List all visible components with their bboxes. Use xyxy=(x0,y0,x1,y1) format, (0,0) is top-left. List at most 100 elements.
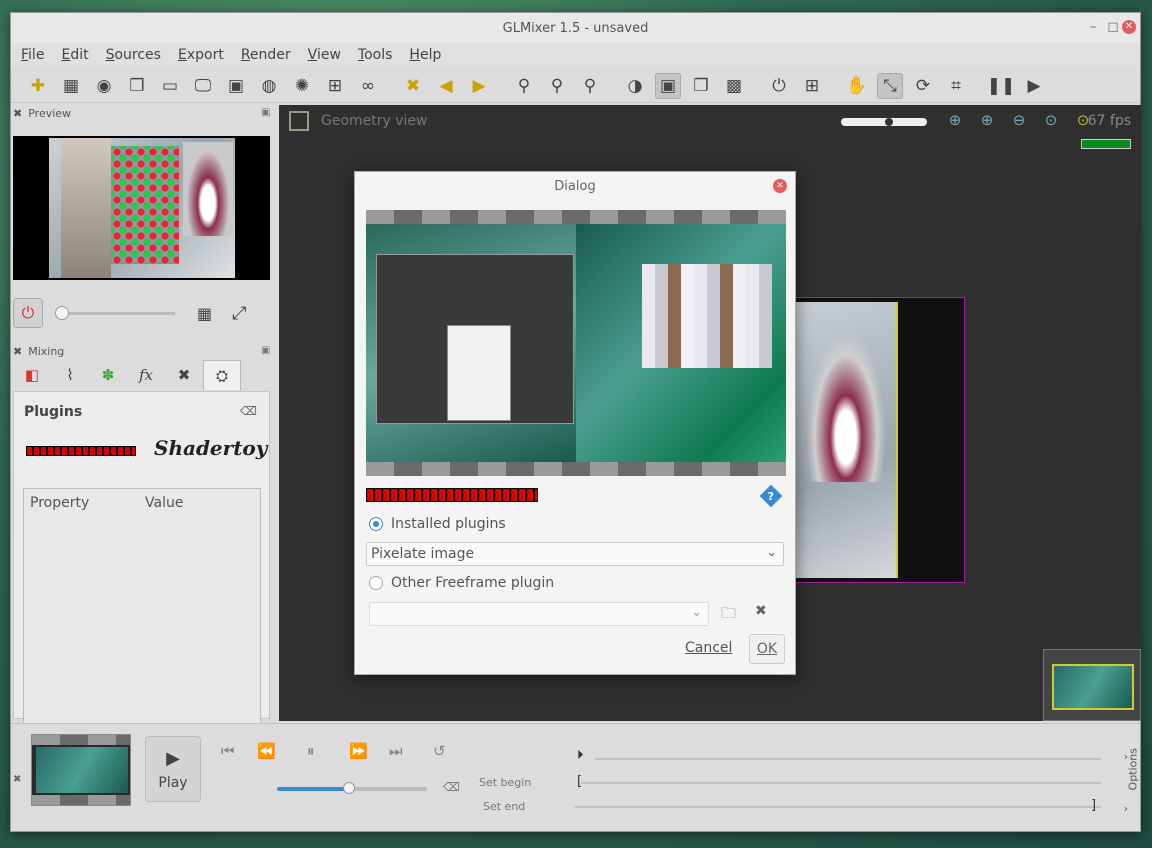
zoom-out-icon[interactable]: ⊖ xyxy=(1003,111,1035,129)
options-label[interactable]: Options xyxy=(1126,748,1139,790)
clear-path-icon[interactable]: ✖ xyxy=(755,603,767,619)
ok-button[interactable]: OK xyxy=(749,634,785,664)
zoom-slider[interactable] xyxy=(841,118,927,126)
seek-begin-icon[interactable]: ⏮ xyxy=(221,742,235,760)
options-arrow-down-icon[interactable]: › xyxy=(1124,802,1128,815)
menu-export[interactable]: Export xyxy=(178,47,224,63)
speed-slider[interactable] xyxy=(277,782,427,794)
panel-close-icon[interactable]: ✖ xyxy=(13,345,22,358)
begin-marker-icon[interactable]: [ xyxy=(577,774,582,789)
end-timeline[interactable] xyxy=(575,806,1101,808)
other-plugin-radio[interactable] xyxy=(369,576,383,590)
open-folder-icon[interactable]: 🗀 xyxy=(721,603,736,628)
set-end-button[interactable]: Set end xyxy=(483,800,525,813)
loop-icon[interactable]: ↺ xyxy=(433,742,446,760)
speed-slider-knob[interactable] xyxy=(343,782,355,794)
freeframe-source-icon[interactable]: ✺ xyxy=(289,73,315,99)
tab-color-icon[interactable]: ✽ xyxy=(89,360,127,390)
other-plugin-option[interactable]: Other Freeframe plugin xyxy=(369,575,554,591)
installed-plugin-select[interactable]: Pixelate image ⌄ xyxy=(366,542,784,566)
play-icon[interactable]: ▶ xyxy=(1021,73,1047,99)
tab-plugins-icon[interactable]: ⛭ xyxy=(203,360,241,390)
float-panel-icon[interactable]: ▣ xyxy=(261,345,270,356)
rotate-tool-icon[interactable]: ⟳ xyxy=(910,73,936,99)
set-begin-button[interactable]: Set begin xyxy=(479,776,531,789)
media-source-icon[interactable]: ▦ xyxy=(58,73,84,99)
installed-plugins-radio[interactable] xyxy=(369,517,383,531)
zoom-fit-icon[interactable]: ⚲ xyxy=(577,73,603,99)
catalog-icon[interactable]: ⊞ xyxy=(799,73,825,99)
help-icon[interactable]: ? xyxy=(759,484,783,508)
snapshot-icon[interactable]: ▣ xyxy=(223,73,249,99)
mixing-view-icon[interactable]: ◑ xyxy=(622,73,648,99)
menu-help[interactable]: Help xyxy=(409,47,441,63)
zoom-best-fit-icon[interactable]: ⊙ xyxy=(1035,111,1067,129)
source-frame[interactable] xyxy=(795,297,965,583)
power-icon[interactable]: ⏻ xyxy=(766,73,792,99)
close-icon[interactable]: ✕ xyxy=(1122,20,1136,34)
zoom-in-icon[interactable]: ⊕ xyxy=(971,111,1003,129)
seek-end-icon[interactable]: ⏭ xyxy=(389,742,403,760)
clone-source-icon[interactable]: ❒ xyxy=(124,73,150,99)
fast-forward-icon[interactable]: ⏩ xyxy=(349,742,368,760)
fullscreen-icon[interactable]: ⤢ xyxy=(232,303,246,324)
menu-view[interactable]: View xyxy=(308,47,341,63)
aspect-ratio-icon[interactable]: ▦ xyxy=(197,304,212,323)
other-plugin-path-select[interactable]: ⌄ xyxy=(369,602,709,626)
menu-tools[interactable]: Tools xyxy=(358,47,393,63)
zoom-slider-knob[interactable] xyxy=(885,118,893,126)
tab-effects-icon[interactable]: fx xyxy=(127,360,165,390)
timer-source-thumbnail[interactable] xyxy=(31,734,131,806)
preview-power-button[interactable]: ⏻ xyxy=(13,298,43,328)
end-marker-icon[interactable]: ] xyxy=(1091,798,1096,813)
menu-render[interactable]: Render xyxy=(241,47,291,63)
menu-edit[interactable]: Edit xyxy=(61,47,88,63)
pause-icon[interactable]: ❚❚ xyxy=(987,73,1016,99)
freeframe-logo[interactable] xyxy=(26,446,136,456)
rendering-view-icon[interactable]: ▩ xyxy=(721,73,747,99)
algorithm-source-icon[interactable]: ∞ xyxy=(355,73,381,99)
zoom-reset-icon[interactable]: ⊕ xyxy=(939,111,971,129)
web-source-icon[interactable]: ◍ xyxy=(256,73,282,99)
crop-tool-icon[interactable]: ⌗ xyxy=(943,73,969,99)
menu-sources[interactable]: Sources xyxy=(106,47,161,63)
geometry-view-icon[interactable]: ▣ xyxy=(655,72,681,99)
tab-curves-icon[interactable]: ⌇ xyxy=(51,360,89,390)
layers-view-icon[interactable]: ❐ xyxy=(688,73,714,99)
screen-capture-icon[interactable]: 🖵 xyxy=(190,73,216,99)
playback-timeline[interactable] xyxy=(595,758,1101,760)
previous-source-icon[interactable]: ◀ xyxy=(433,73,459,99)
add-source-icon[interactable]: ✚ xyxy=(25,73,51,99)
shadertoy-logo[interactable]: Shadertoy xyxy=(154,436,267,460)
stream-source-icon[interactable]: ⊞ xyxy=(322,73,348,99)
panel-close-icon[interactable]: ✖ xyxy=(13,774,21,785)
speed-reset-icon[interactable]: ⌫ xyxy=(443,780,460,794)
preview-slider-knob[interactable] xyxy=(55,305,69,320)
begin-timeline[interactable] xyxy=(581,782,1101,784)
camera-source-icon[interactable]: ◉ xyxy=(91,73,117,99)
zoom-out-tool-icon[interactable]: ⚲ xyxy=(544,73,570,99)
float-panel-icon[interactable]: ▣ xyxy=(261,107,270,118)
maximize-icon[interactable]: ◻ xyxy=(1106,20,1120,34)
pause-icon[interactable]: ⏸ xyxy=(307,742,315,760)
fast-backward-icon[interactable]: ⏪ xyxy=(257,742,276,760)
preview-slider[interactable] xyxy=(55,305,175,320)
next-source-icon[interactable]: ▶ xyxy=(466,73,492,99)
tab-blending-icon[interactable]: ◧ xyxy=(13,360,51,390)
hand-tool-icon[interactable]: ✋ xyxy=(844,73,870,99)
playhead-icon[interactable]: ⏵ xyxy=(577,748,584,763)
minimize-icon[interactable]: – xyxy=(1086,20,1100,34)
view-minimap[interactable] xyxy=(1043,649,1141,721)
delete-source-icon[interactable]: ✖ xyxy=(400,73,426,99)
plugins-clear-icon[interactable]: ⌫ xyxy=(240,404,257,418)
zoom-in-tool-icon[interactable]: ⚲ xyxy=(511,73,537,99)
render-source-icon[interactable]: ▭ xyxy=(157,73,183,99)
play-button[interactable]: ▶ Play xyxy=(145,736,201,802)
scale-tool-icon[interactable]: ⤡ xyxy=(877,72,903,99)
tab-filters-icon[interactable]: ✖ xyxy=(165,360,203,390)
dialog-close-icon[interactable]: ✕ xyxy=(773,179,787,193)
cancel-button[interactable]: Cancel xyxy=(685,640,732,656)
menu-file[interactable]: File xyxy=(21,47,44,63)
panel-close-icon[interactable]: ✖ xyxy=(13,107,22,120)
installed-plugins-option[interactable]: Installed plugins xyxy=(369,516,506,532)
